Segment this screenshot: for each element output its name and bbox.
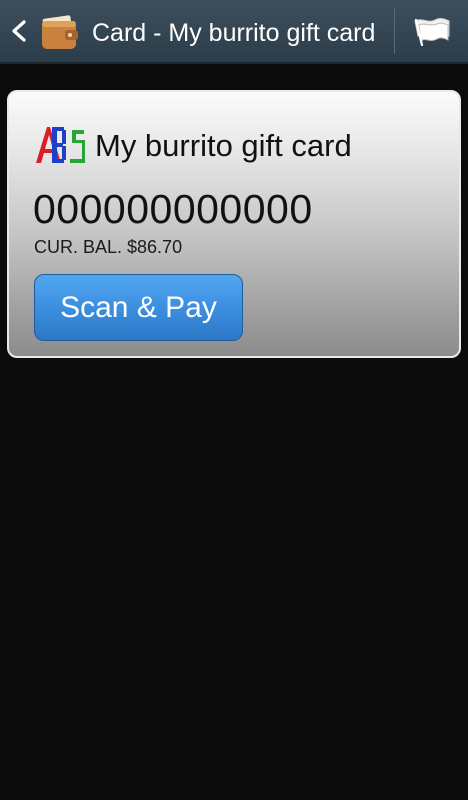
chevron-left-icon xyxy=(12,20,26,42)
wallet-icon xyxy=(42,15,78,49)
overflow-menu-button[interactable] xyxy=(395,0,468,62)
flag-icon xyxy=(414,17,450,46)
card-logo xyxy=(36,127,85,163)
card-number: 000000000000 xyxy=(33,186,313,232)
scan-and-pay-button[interactable]: Scan & Pay xyxy=(34,274,243,341)
card-name: My burrito gift card xyxy=(95,128,352,163)
gift-card: My burrito gift card 000000000000 CUR. B… xyxy=(7,90,461,358)
screen-title: Card - My burrito gift card xyxy=(92,19,376,47)
action-bar: Card - My burrito gift card xyxy=(0,0,468,64)
back-button[interactable] xyxy=(0,0,84,62)
current-balance: CUR. BAL. $86.70 xyxy=(34,237,183,257)
